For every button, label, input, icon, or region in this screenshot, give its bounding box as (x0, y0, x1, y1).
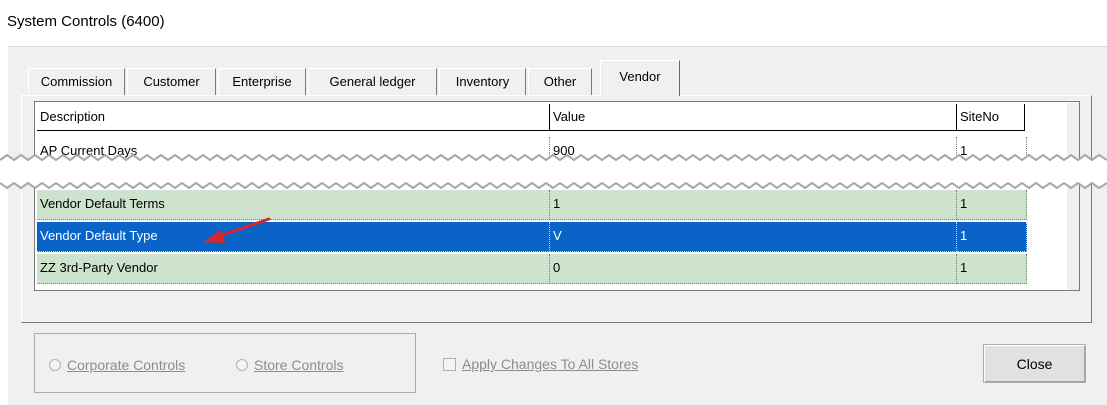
tab-label: Other (543, 74, 577, 89)
value-cell: 0 (550, 254, 957, 284)
tab-label: Enterprise (232, 74, 292, 89)
tab-inventory[interactable]: Inventory (439, 68, 526, 95)
radio-label: Corporate Controls (67, 357, 186, 373)
radio-label: Store Controls (254, 357, 344, 373)
red-arrow-icon (203, 217, 271, 243)
torn-edge-fill (0, 155, 1107, 188)
arrow-shaft (215, 217, 271, 239)
site-cell: 1 (957, 254, 1027, 284)
tab-vendor[interactable]: Vendor (600, 60, 680, 96)
tab-general-ledger[interactable]: General ledger (308, 68, 437, 95)
tab-customer[interactable]: Customer (127, 68, 216, 95)
tab-label: Commission (40, 74, 113, 89)
table-row[interactable]: ZZ 3rd-Party Vendor 0 1 (37, 254, 1027, 284)
tab-enterprise[interactable]: Enterprise (218, 68, 306, 95)
site-cell: 1 (957, 222, 1027, 252)
close-button[interactable]: Close (983, 344, 1086, 383)
tab-label: Customer (143, 74, 200, 89)
tab-label: General ledger (329, 74, 416, 89)
description-cell: Vendor Default Type (37, 222, 550, 252)
torn-edge-separator (0, 153, 1107, 190)
title-bar: System Controls (6400) (0, 0, 1107, 46)
tab-label: Vendor (619, 69, 661, 84)
arrow-head (203, 230, 225, 243)
column-header-siteno[interactable]: SiteNo (957, 104, 1025, 131)
tab-commission[interactable]: Commission (28, 68, 125, 95)
column-header-value[interactable]: Value (550, 104, 957, 131)
apply-all-stores-checkbox[interactable]: Apply Changes To All Stores (443, 355, 638, 373)
corporate-controls-radio[interactable]: Corporate Controls (49, 356, 185, 374)
checkbox-icon (443, 358, 456, 371)
chevron-down-icon[interactable]: ⌄ (1075, 259, 1079, 287)
store-controls-radio[interactable]: Store Controls (236, 356, 343, 374)
window-title: System Controls (6400) (7, 13, 165, 30)
radio-icon (49, 359, 61, 371)
chevron-up-icon[interactable]: ⌃ (1075, 105, 1079, 133)
tab-other[interactable]: Other (528, 68, 592, 95)
description-cell: ZZ 3rd-Party Vendor (37, 254, 550, 284)
radio-icon (236, 359, 248, 371)
column-header-description[interactable]: Description (37, 104, 550, 131)
value-cell: V (550, 222, 957, 252)
tab-label: Inventory (455, 74, 510, 89)
control-scope-group: Corporate Controls Store Controls (34, 333, 416, 393)
checkbox-label: Apply Changes To All Stores (462, 356, 639, 372)
table-row-selected[interactable]: Vendor Default Type V 1 (37, 222, 1027, 252)
